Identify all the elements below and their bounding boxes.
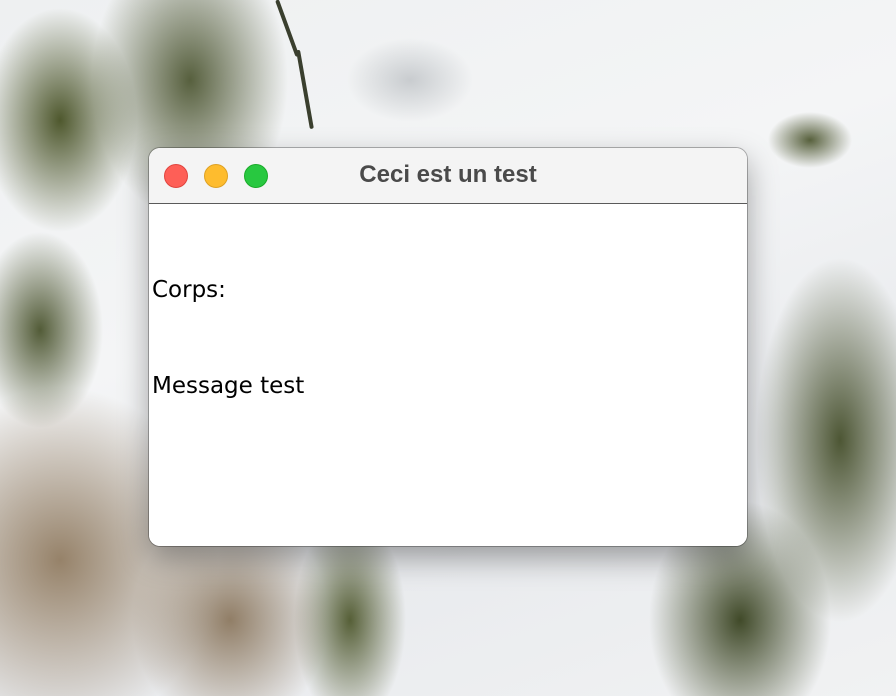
app-window: Ceci est un test Corps: Message test [149,148,747,546]
close-icon[interactable] [164,164,188,188]
body-label-line: Corps: [152,277,226,303]
title-bar[interactable]: Ceci est un test [149,148,747,204]
zoom-icon[interactable] [244,164,268,188]
content-area[interactable]: Corps: Message test [149,204,747,546]
wallpaper-stream [296,49,314,130]
minimize-icon[interactable] [204,164,228,188]
message-line: Message test [152,373,305,399]
window-title: Ceci est un test [359,161,537,188]
message-text-area[interactable]: Corps: Message test [152,210,747,466]
wallpaper-stream [275,0,300,58]
